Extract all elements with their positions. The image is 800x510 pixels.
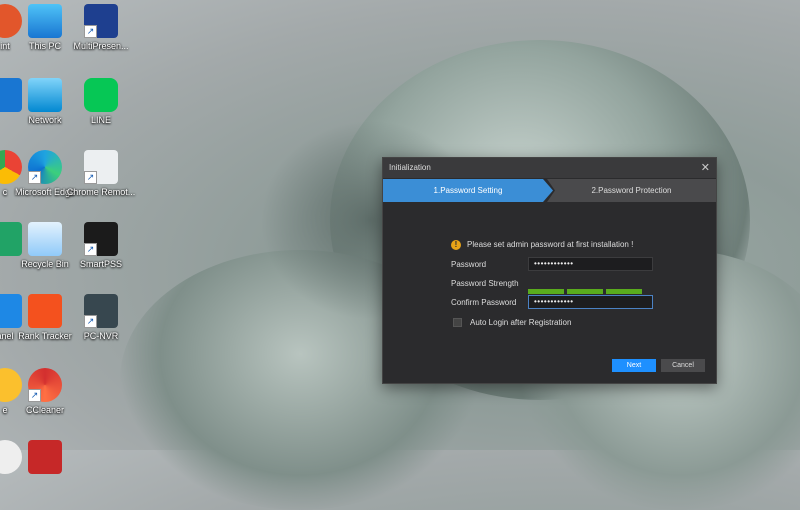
confirm-password-label: Confirm Password [451, 298, 517, 307]
auto-login-option[interactable]: Auto Login after Registration [453, 318, 572, 328]
line-icon [84, 78, 118, 112]
pc-nvr-icon: ↗ [84, 294, 118, 328]
edge-icon: ↗ [28, 150, 62, 184]
desktop-icon-label: LINE [90, 115, 111, 125]
chrome-remote-icon: ↗ [84, 150, 118, 184]
monitor-icon [28, 4, 62, 38]
shortcut-arrow-icon: ↗ [28, 389, 41, 402]
smartpss-icon: ↗ [84, 222, 118, 256]
password-strength-label: Password Strength [451, 279, 519, 288]
shortcut-arrow-icon: ↗ [28, 171, 41, 184]
shortcut-arrow-icon: ↗ [84, 315, 97, 328]
desktop-icon-label: MultiPresen... [73, 41, 129, 51]
multipresenter-icon: ↗ [84, 4, 118, 38]
auto-login-label: Auto Login after Registration [470, 318, 572, 327]
notice-text: Please set admin password at first insta… [467, 240, 634, 250]
desktop-icon-smartpss[interactable]: ↗ SmartPSS [66, 222, 136, 270]
password-label: Password [451, 260, 487, 269]
desktop-icon-line[interactable]: LINE [66, 78, 136, 126]
password-field[interactable]: •••••••••••• [528, 257, 653, 271]
cancel-button[interactable]: Cancel [661, 359, 705, 372]
strength-bar [567, 289, 603, 294]
initialization-dialog: Initialization ✕ 2.Password Protection 1… [382, 157, 717, 384]
dialog-titlebar: Initialization ✕ [383, 158, 716, 178]
strength-bar [528, 289, 564, 294]
ccleaner-icon: ↗ [28, 368, 62, 402]
desktop-icon-partial[interactable] [10, 440, 80, 474]
next-button[interactable]: Next [612, 359, 656, 372]
desktop-icon-pc-nvr[interactable]: ↗ PC-NVR [66, 294, 136, 342]
desktop-icon-label: Chrome Remot... [66, 187, 136, 197]
desktop-icon-multipresenter[interactable]: ↗ MultiPresen... [66, 4, 136, 52]
auto-login-checkbox[interactable] [453, 318, 462, 328]
step-password-protection: 2.Password Protection [547, 179, 716, 202]
rank-tracker-icon [28, 294, 62, 328]
notice-message: ! Please set admin password at first inst… [451, 240, 633, 250]
step-password-setting: 1.Password Setting [383, 179, 553, 202]
step-indicator: 2.Password Protection 1.Password Setting [383, 179, 716, 202]
shortcut-arrow-icon: ↗ [84, 171, 97, 184]
desktop-icon-label: SmartPSS [79, 259, 122, 269]
strength-bar [606, 289, 642, 294]
network-icon [28, 78, 62, 112]
dialog-title: Initialization [389, 163, 431, 172]
desktop-icon-label: PC-NVR [83, 331, 119, 341]
warning-icon: ! [451, 240, 461, 250]
app-icon [28, 440, 62, 474]
desktop-icon-label: CCleaner [25, 405, 65, 415]
confirm-password-field[interactable]: •••••••••••• [528, 295, 653, 309]
recycle-bin-icon [28, 222, 62, 256]
shortcut-arrow-icon: ↗ [84, 25, 97, 38]
shortcut-arrow-icon: ↗ [84, 243, 97, 256]
desktop-icon-chrome-remote[interactable]: ↗ Chrome Remot... [66, 150, 136, 198]
close-icon[interactable]: ✕ [701, 158, 710, 178]
desktop-icon-ccleaner[interactable]: ↗ CCleaner [10, 368, 80, 416]
